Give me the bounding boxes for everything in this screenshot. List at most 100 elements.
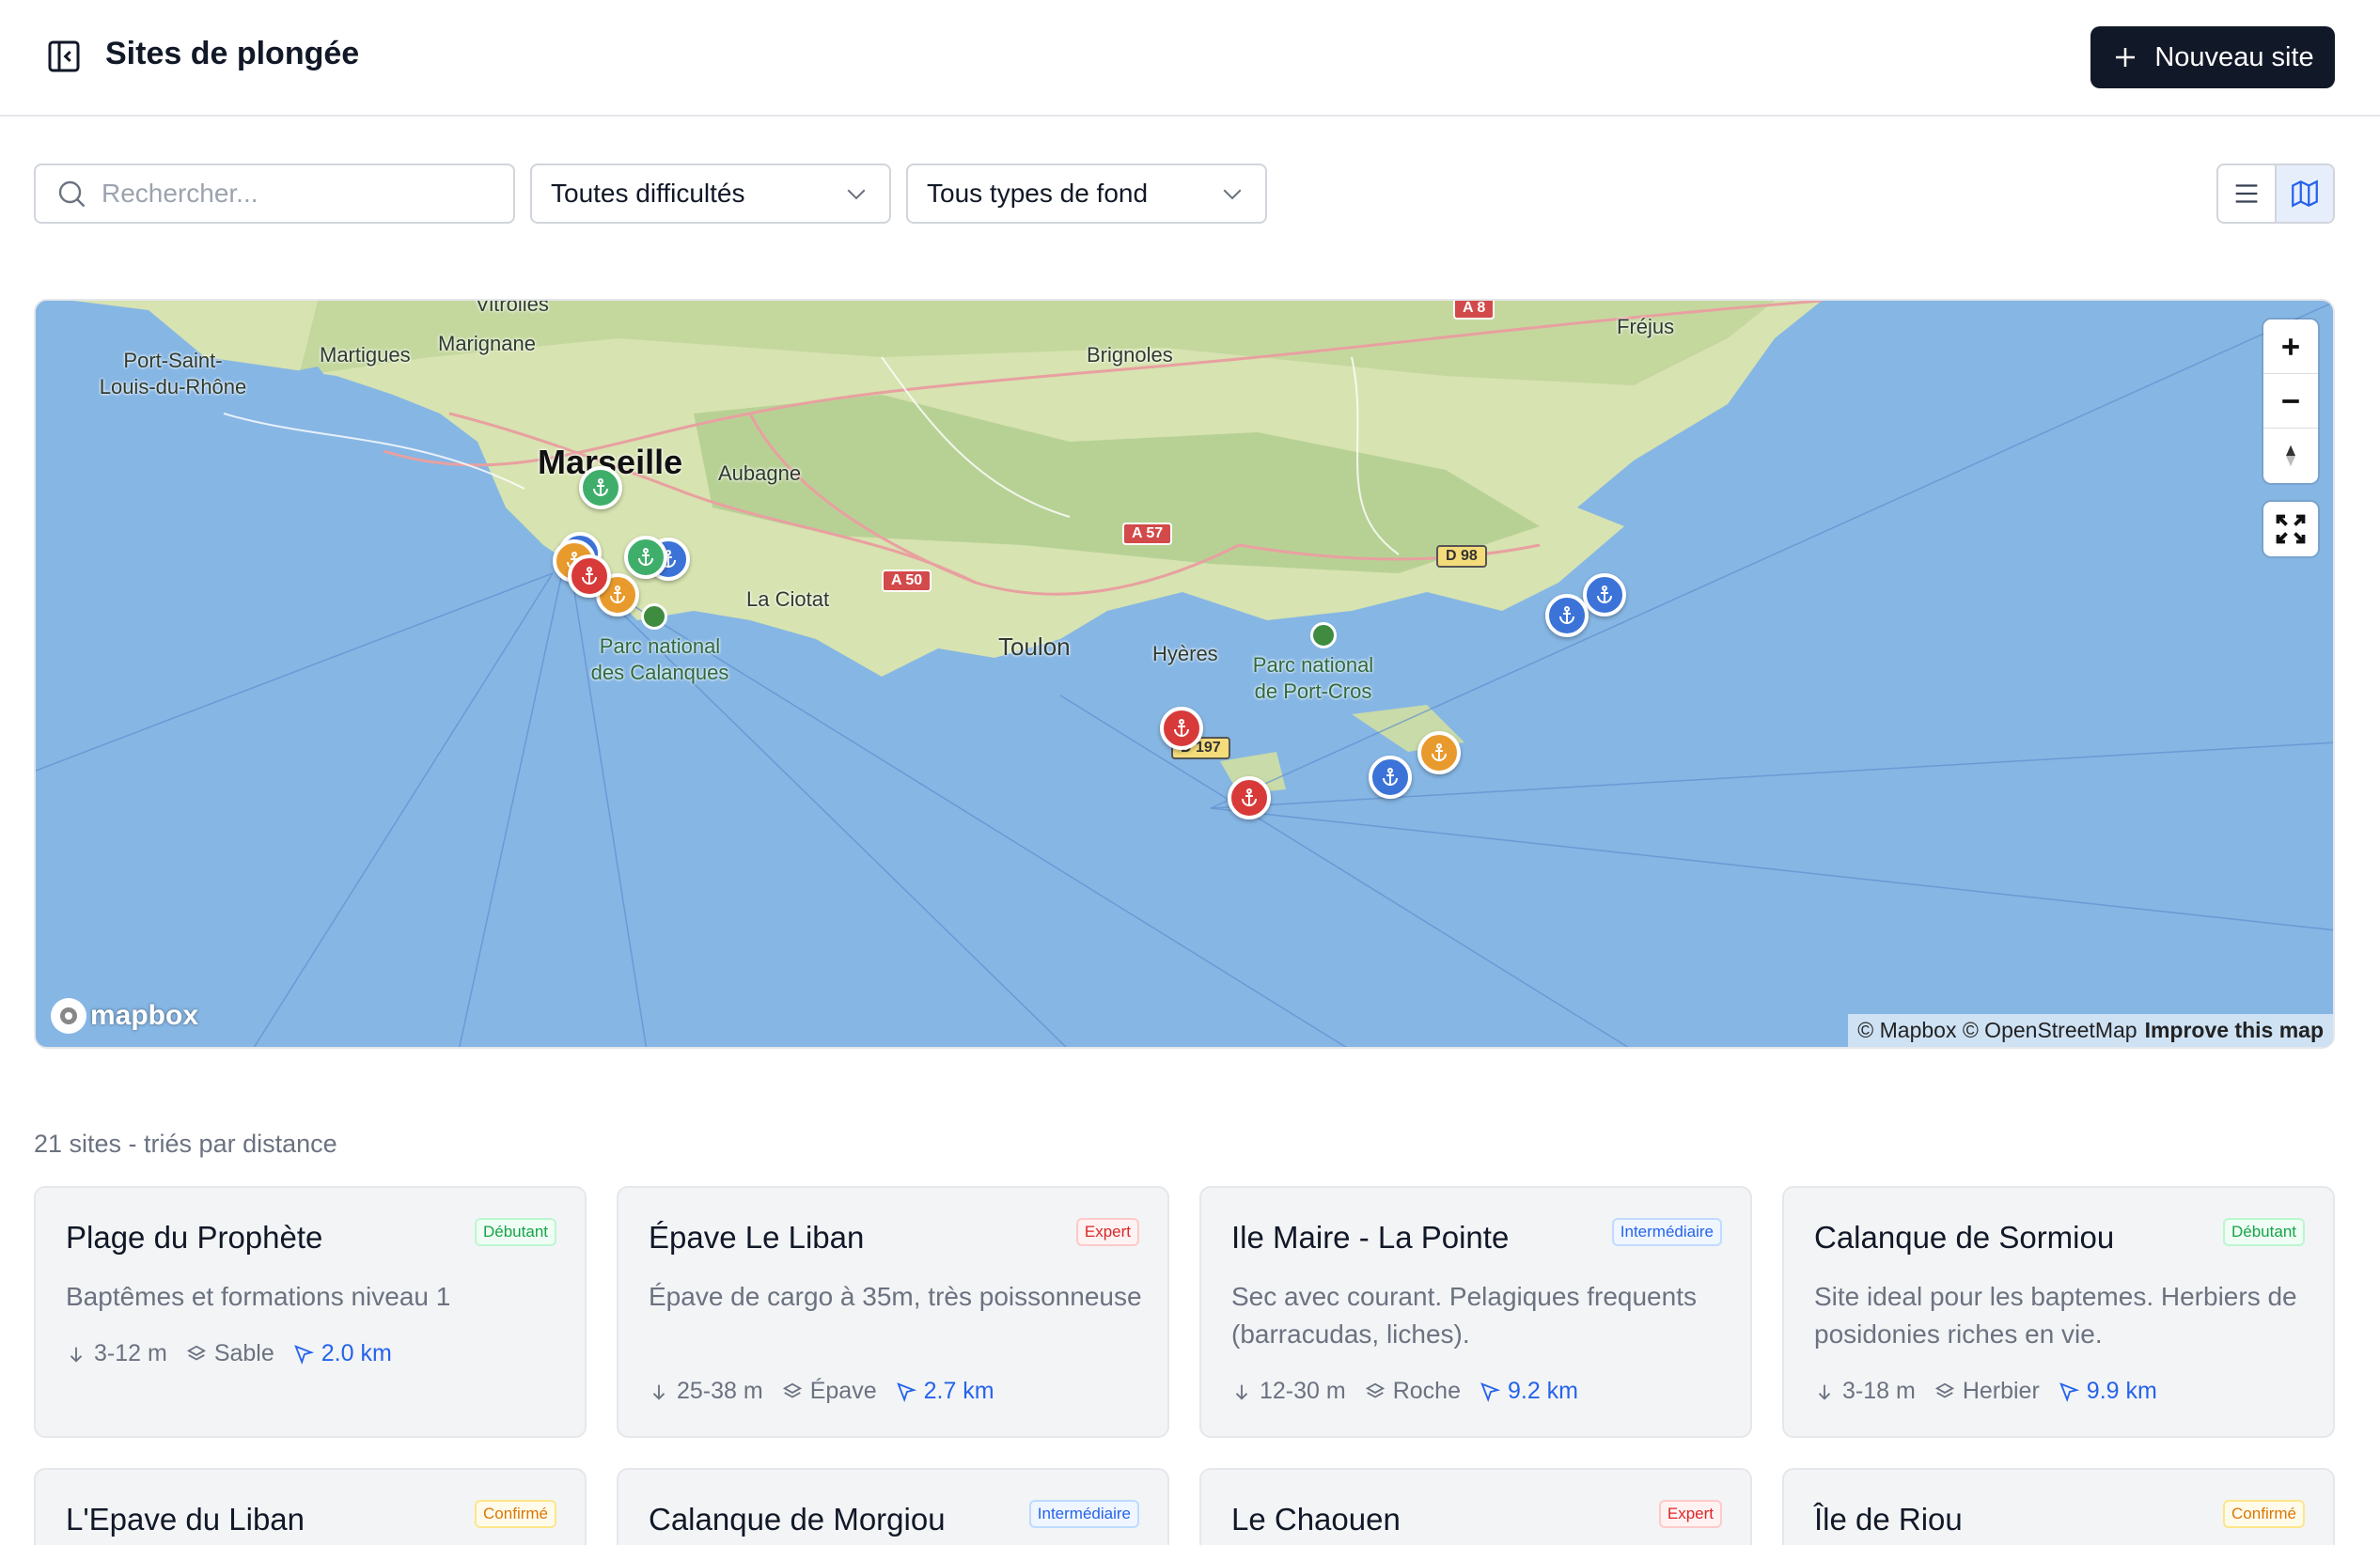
layers-icon: [1365, 1382, 1385, 1398]
anchor-icon: [638, 548, 653, 566]
reset-bearing-button[interactable]: [2263, 429, 2318, 483]
depth-value: 12-30 m: [1260, 1378, 1346, 1404]
map-attribution: © Mapbox © OpenStreetMap Improve this map: [1848, 1014, 2333, 1047]
map-label-aubagne: Aubagne: [718, 461, 802, 485]
list-view-button[interactable]: [2218, 165, 2275, 222]
difficulty-badge: Intermédiaire: [1028, 1500, 1139, 1528]
site-card[interactable]: Plage du Prophète Débutant Baptêmes et f…: [34, 1186, 587, 1438]
site-name: Ile Maire - La Pointe: [1231, 1220, 1510, 1255]
mapbox-logo-icon: [51, 998, 86, 1034]
depth-value: 3-12 m: [94, 1340, 167, 1366]
arrow-down-icon: [70, 1347, 83, 1363]
difficulty-select-value: Toutes difficultés: [551, 179, 745, 208]
site-name: Plage du Prophète: [66, 1220, 323, 1255]
search-input[interactable]: [102, 179, 478, 209]
site-name: Épave Le Liban: [649, 1220, 865, 1255]
dive-site-marker[interactable]: [624, 536, 667, 579]
anchor-icon: [1383, 768, 1398, 786]
map-label-calanques-park: Parc national des Calanques: [590, 634, 729, 684]
minus-icon: [2282, 398, 2299, 403]
map-label-toulon: Toulon: [998, 632, 1071, 661]
list-icon: [2235, 184, 2258, 203]
distance-item: 9.2 km: [1480, 1378, 1578, 1405]
map-label-frejus: Fréjus: [1617, 315, 1675, 338]
difficulty-select[interactable]: Toutes difficultés: [530, 164, 891, 224]
bottom-type-select[interactable]: Tous types de fond: [906, 164, 1267, 224]
anchor-icon: [1559, 606, 1574, 624]
map-view-button[interactable]: [2275, 165, 2333, 222]
arrow-down-icon: [652, 1384, 665, 1400]
dive-site-marker[interactable]: [1417, 731, 1461, 774]
anchor-icon: [582, 567, 597, 585]
map-icon: [2292, 179, 2318, 208]
anchor-icon: [1242, 788, 1257, 806]
zoom-in-button[interactable]: [2263, 320, 2318, 374]
road-label-d98: D 98: [1436, 545, 1487, 568]
site-card[interactable]: Calanque de Morgiou Intermédiaire: [617, 1468, 1169, 1545]
depth-item: 3-12 m: [66, 1340, 167, 1367]
distance-value: 9.9 km: [2086, 1378, 2157, 1404]
site-card[interactable]: Épave Le Liban Expert Épave de cargo à 3…: [617, 1186, 1169, 1438]
site-name: Calanque de Morgiou: [649, 1502, 946, 1537]
difficulty-badge: Intermédiaire: [1611, 1218, 1722, 1246]
depth-item: 3-18 m: [1814, 1378, 1916, 1405]
sidebar-toggle-icon[interactable]: [45, 38, 83, 75]
map-label-marignane: Marignane: [438, 332, 536, 355]
bottom-item: Roche: [1365, 1378, 1461, 1405]
site-card[interactable]: L'Epave du Liban Confirmé: [34, 1468, 587, 1545]
anchor-icon: [1174, 719, 1189, 737]
site-card[interactable]: Calanque de Sormiou Débutant Site ideal …: [1782, 1186, 2335, 1438]
site-description: Site ideal pour les baptemes. Herbiers d…: [1814, 1282, 2297, 1349]
page-title: Sites de plongée: [105, 36, 360, 71]
bottom-item: Herbier: [1934, 1378, 2040, 1405]
map-label-vitrolles: Vitrolles: [476, 299, 549, 316]
depth-item: 25-38 m: [649, 1378, 763, 1405]
site-description: Sec avec courant. Pelagiques frequents (…: [1231, 1282, 1697, 1349]
fullscreen-button[interactable]: [2263, 502, 2318, 556]
bottom-value: Sable: [213, 1340, 274, 1366]
map-zoom-controls: [2263, 320, 2318, 483]
bottom-item: Épave: [782, 1378, 877, 1405]
plus-icon: [2282, 337, 2299, 355]
improve-map-link[interactable]: Improve this map: [2145, 1018, 2324, 1042]
difficulty-badge: Confirmé: [475, 1500, 556, 1528]
dive-site-marker[interactable]: [579, 466, 622, 509]
site-description: Épave de cargo à 35m, très poissonneuse: [649, 1282, 1142, 1311]
top-bar: Sites de plongée Nouveau site: [0, 0, 2380, 117]
site-card[interactable]: Ile Maire - La Pointe Intermédiaire Sec …: [1199, 1186, 1752, 1438]
mapbox-logo-text: mapbox: [90, 1000, 199, 1031]
new-site-button[interactable]: Nouveau site: [2090, 26, 2335, 88]
site-meta: 25-38 m Épave 2.7 km: [649, 1378, 994, 1405]
layers-icon: [1934, 1382, 1954, 1398]
arrow-down-icon: [1818, 1384, 1831, 1400]
navigation-icon: [896, 1381, 916, 1402]
difficulty-badge: Expert: [1658, 1500, 1722, 1528]
zoom-out-button[interactable]: [2263, 374, 2318, 429]
chevron-down-icon: [1223, 189, 1242, 200]
anchor-icon: [1432, 743, 1447, 761]
dive-site-marker[interactable]: [1369, 756, 1412, 799]
distance-item: 2.0 km: [293, 1340, 392, 1367]
site-name: Calanque de Sormiou: [1814, 1220, 2115, 1255]
site-card[interactable]: Île de Riou Confirmé: [1782, 1468, 2335, 1545]
dive-site-marker[interactable]: [1228, 776, 1271, 819]
anchor-icon: [593, 478, 608, 496]
bottom-value: Épave: [809, 1378, 877, 1404]
layers-icon: [782, 1382, 802, 1398]
depth-value: 25-38 m: [677, 1378, 763, 1404]
dive-site-marker[interactable]: [1160, 707, 1203, 750]
site-card[interactable]: Le Chaouen Expert: [1199, 1468, 1752, 1545]
map-view[interactable]: Vitrolles Port-Saint-Louis-du-Rhône Mart…: [34, 299, 2335, 1049]
distance-item: 2.7 km: [896, 1378, 994, 1405]
difficulty-badge: Expert: [1075, 1218, 1139, 1246]
mapbox-logo[interactable]: mapbox: [51, 998, 198, 1034]
distance-value: 2.0 km: [321, 1340, 392, 1366]
distance-value: 2.7 km: [923, 1378, 994, 1404]
dive-site-marker[interactable]: [1583, 573, 1626, 616]
attribution-text[interactable]: © Mapbox © OpenStreetMap: [1857, 1018, 2137, 1042]
dive-site-marker[interactable]: [568, 554, 611, 598]
dive-site-marker[interactable]: [1545, 594, 1589, 637]
bottom-value: Roche: [1392, 1378, 1461, 1404]
depth-item: 12-30 m: [1231, 1378, 1346, 1405]
search-box[interactable]: [34, 164, 515, 224]
